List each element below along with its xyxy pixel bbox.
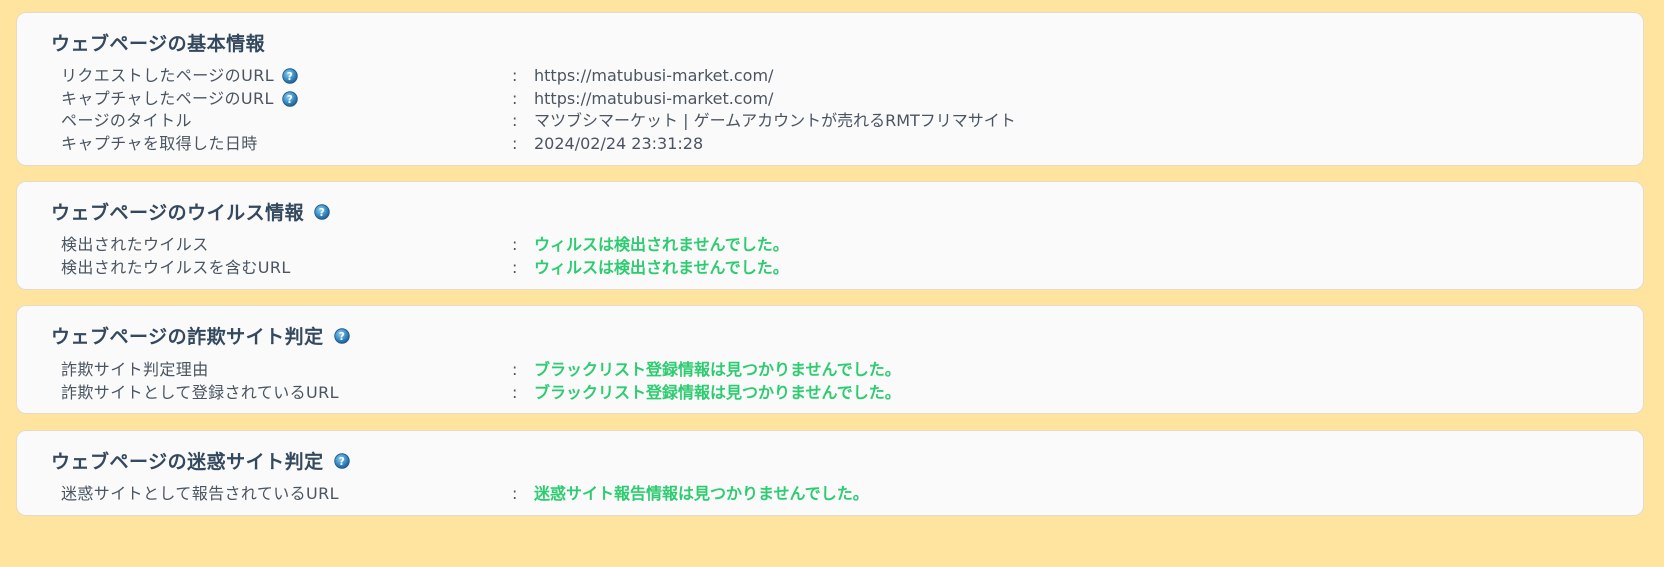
spam-url-row: 迷惑サイトとして報告されているURL : 迷惑サイト報告情報は見つかりませんでし…: [17, 482, 1643, 506]
requested-url-value: https://matubusi-market.com/: [534, 66, 774, 85]
separator: :: [512, 134, 518, 153]
question-help-icon[interactable]: [282, 68, 298, 84]
requested-url-label: リクエストしたページのURL: [61, 64, 298, 88]
virus-url-value: ウィルスは検出されませんでした。: [534, 258, 789, 277]
separator: :: [512, 383, 518, 402]
page-title-row: ページのタイトル : マツブシマーケット | ゲームアカウントが売れるRMTフリ…: [17, 109, 1643, 133]
fraud-url-label: 詐欺サイトとして登録されているURL: [61, 383, 339, 402]
basic-info-title: ウェブページの基本情報: [51, 33, 266, 55]
separator: :: [512, 235, 518, 254]
question-help-icon[interactable]: [314, 204, 330, 220]
separator: :: [512, 66, 518, 85]
virus-info-title: ウェブページのウイルス情報: [51, 198, 330, 225]
question-help-icon[interactable]: [282, 91, 298, 107]
captured-url-value: https://matubusi-market.com/: [534, 89, 774, 108]
virus-info-card: ウェブページのウイルス情報 検出されたウイルス : ウィルスは検出されませんでし…: [16, 181, 1644, 290]
captured-url-row: キャプチャしたページのURL : https://matubusi-market…: [17, 87, 1643, 111]
spam-url-value: 迷惑サイト報告情報は見つかりませんでした。: [534, 484, 869, 503]
captured-url-label: キャプチャしたページのURL: [61, 87, 298, 111]
fraud-url-row: 詐欺サイトとして登録されているURL : ブラックリスト登録情報は見つかりません…: [17, 381, 1643, 405]
fraud-reason-label: 詐欺サイト判定理由: [61, 360, 209, 379]
fraud-url-value: ブラックリスト登録情報は見つかりませんでした。: [534, 383, 901, 402]
capture-time-value: 2024/02/24 23:31:28: [534, 134, 704, 153]
page-title-label: ページのタイトル: [61, 111, 192, 130]
page-title-value: マツブシマーケット | ゲームアカウントが売れるRMTフリマサイト: [534, 111, 1016, 130]
separator: :: [512, 360, 518, 379]
capture-time-row: キャプチャを取得した日時 : 2024/02/24 23:31:28: [17, 132, 1643, 156]
separator: :: [512, 258, 518, 277]
requested-url-row: リクエストしたページのURL : https://matubusi-market…: [17, 64, 1643, 88]
spam-site-card: ウェブページの迷惑サイト判定 迷惑サイトとして報告されているURL : 迷惑サイ…: [16, 430, 1644, 516]
separator: :: [512, 484, 518, 503]
detected-virus-value: ウィルスは検出されませんでした。: [534, 235, 789, 254]
spam-url-label: 迷惑サイトとして報告されているURL: [61, 484, 339, 503]
virus-url-row: 検出されたウイルスを含むURL : ウィルスは検出されませんでした。: [17, 256, 1643, 280]
spam-site-title: ウェブページの迷惑サイト判定: [51, 447, 350, 474]
fraud-reason-value: ブラックリスト登録情報は見つかりませんでした。: [534, 360, 901, 379]
separator: :: [512, 111, 518, 130]
question-help-icon[interactable]: [334, 453, 350, 469]
fraud-reason-row: 詐欺サイト判定理由 : ブラックリスト登録情報は見つかりませんでした。: [17, 358, 1643, 382]
virus-url-label: 検出されたウイルスを含むURL: [61, 258, 291, 277]
capture-time-label: キャプチャを取得した日時: [61, 134, 258, 153]
detected-virus-label: 検出されたウイルス: [61, 235, 209, 254]
separator: :: [512, 89, 518, 108]
fraud-site-title: ウェブページの詐欺サイト判定: [51, 322, 350, 349]
detected-virus-row: 検出されたウイルス : ウィルスは検出されませんでした。: [17, 233, 1643, 257]
fraud-site-card: ウェブページの詐欺サイト判定 詐欺サイト判定理由 : ブラックリスト登録情報は見…: [16, 305, 1644, 414]
question-help-icon[interactable]: [334, 328, 350, 344]
basic-info-card: ウェブページの基本情報 リクエストしたページのURL : https://mat…: [16, 12, 1644, 166]
